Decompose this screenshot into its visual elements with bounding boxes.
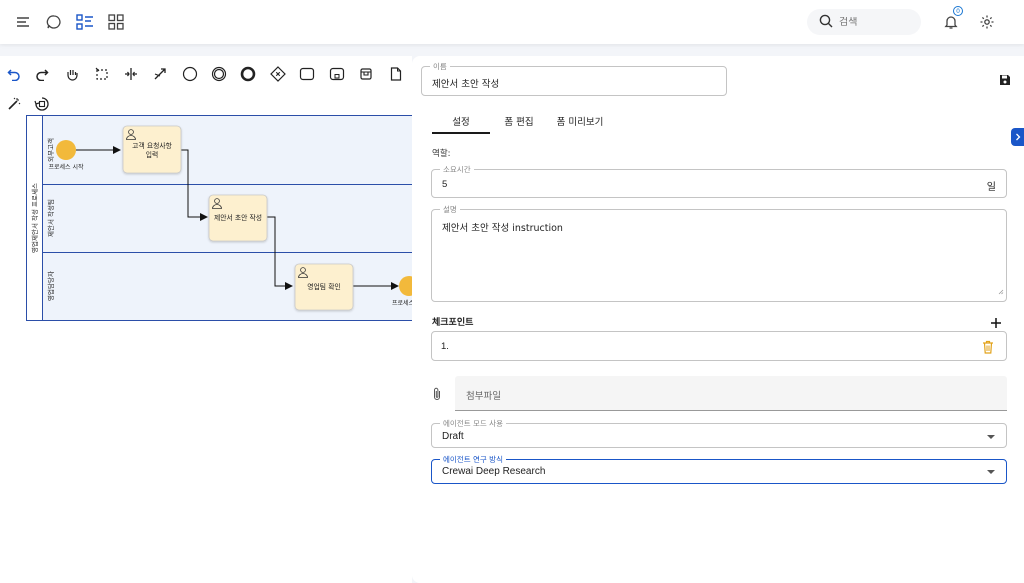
lane-label: 제안서 작성팀 xyxy=(46,199,55,237)
research-method-value: Crewai Deep Research xyxy=(442,466,546,477)
attachment-field[interactable]: 첨부파일 xyxy=(455,376,1007,411)
chevron-down-icon[interactable] xyxy=(987,470,995,474)
redo-icon[interactable] xyxy=(32,64,52,84)
space-tool-icon[interactable] xyxy=(121,64,141,84)
name-field[interactable]: 이름 제안서 초안 작성 xyxy=(421,61,727,96)
tab-form-preview[interactable]: 폼 미리보기 xyxy=(550,114,610,128)
intermediate-event-icon[interactable] xyxy=(209,64,229,84)
research-method-select[interactable]: 에이전트 연구 방식 Crewai Deep Research xyxy=(431,454,1007,484)
start-event-icon[interactable] xyxy=(180,64,200,84)
lane-label: 영업담당자 xyxy=(46,271,55,301)
bpmn-canvas[interactable]: 영업제안서 작성 프로세스 외부고객 제안서 작성팀 영업담당자 프로세스 시작… xyxy=(0,56,412,583)
role-label: 역할: xyxy=(432,149,451,159)
lane-label: 외부고객 xyxy=(46,138,55,162)
hand-tool-icon[interactable] xyxy=(62,64,82,84)
task-label: 제안서 초안 작성 xyxy=(214,213,262,222)
tab-form-edit[interactable]: 폼 편집 xyxy=(492,114,546,128)
task-icon[interactable] xyxy=(297,64,317,84)
chevron-down-icon[interactable] xyxy=(987,435,995,439)
gateway-icon[interactable] xyxy=(268,64,288,84)
research-method-label: 에이전트 연구 방식 xyxy=(440,454,506,465)
name-field-label: 이름 xyxy=(430,61,450,72)
undo-icon[interactable] xyxy=(4,64,24,84)
add-checkpoint-icon[interactable] xyxy=(990,314,1004,328)
panel-toggle-button[interactable] xyxy=(1011,128,1024,146)
end-event-icon[interactable] xyxy=(238,64,258,84)
chevron-right-icon xyxy=(1015,133,1020,141)
connect-tool-icon[interactable] xyxy=(150,64,170,84)
start-event-label: 프로세스 시작 xyxy=(48,163,84,171)
trash-icon[interactable] xyxy=(982,339,994,358)
search-box[interactable] xyxy=(807,9,921,35)
search-icon xyxy=(819,13,833,32)
process-diagram[interactable]: 영업제안서 작성 프로세스 외부고객 제안서 작성팀 영업담당자 프로세스 시작… xyxy=(0,112,412,332)
attachment-placeholder: 첨부파일 xyxy=(466,391,501,402)
duration-unit: 일 xyxy=(986,182,996,193)
duration-field-label: 소요시간 xyxy=(440,164,474,175)
process-list-icon[interactable] xyxy=(74,11,96,33)
agent-mode-label: 에이전트 모드 사용 xyxy=(440,418,506,429)
description-field-value[interactable]: 제안서 초안 작성 instruction xyxy=(442,220,563,234)
save-icon[interactable] xyxy=(999,71,1013,85)
subprocess-icon[interactable] xyxy=(327,64,347,84)
agent-mode-select[interactable]: 에이전트 모드 사용 Draft xyxy=(431,418,1007,448)
tab-indicator xyxy=(432,132,490,134)
menu-icon[interactable] xyxy=(12,11,34,33)
agent-mode-value: Draft xyxy=(442,431,464,442)
task-label: 고객 요청사항 xyxy=(132,141,172,150)
description-field-label: 설명 xyxy=(440,204,460,215)
description-field[interactable]: 설명 제안서 초안 작성 instruction xyxy=(431,204,1007,302)
checkpoints-title: 체크포인트 xyxy=(432,318,474,328)
paperclip-icon[interactable] xyxy=(432,386,444,402)
magic-wand-icon[interactable] xyxy=(4,94,24,114)
task-label: 영업팀 확인 xyxy=(307,282,340,291)
end-event-label: 프로세스 종료 xyxy=(392,299,412,307)
properties-panel: 이름 제안서 초안 작성 설정 폼 편집 폼 미리보기 역할: 소요시간 5 일… xyxy=(412,56,1024,583)
resize-handle-icon[interactable] xyxy=(998,280,1004,299)
duration-field[interactable]: 소요시간 5 일 xyxy=(431,164,1007,198)
pool-title: 영업제안서 작성 프로세스 xyxy=(30,183,39,253)
data-object-icon[interactable] xyxy=(386,64,406,84)
data-store-icon[interactable] xyxy=(356,64,376,84)
tab-settings[interactable]: 설정 xyxy=(432,114,490,128)
name-field-value[interactable]: 제안서 초안 작성 xyxy=(432,76,499,90)
duration-field-value[interactable]: 5 xyxy=(442,179,447,190)
notification-badge: 0 xyxy=(953,6,963,16)
grid-view-icon[interactable] xyxy=(105,11,127,33)
start-event[interactable] xyxy=(56,140,76,160)
checkpoint-item[interactable]: 1. xyxy=(431,331,1007,361)
chat-bubble-icon[interactable] xyxy=(43,11,65,33)
top-bar: 0 xyxy=(0,0,1024,44)
auto-layout-icon[interactable] xyxy=(32,94,52,114)
settings-gear-icon[interactable] xyxy=(976,11,998,33)
search-input[interactable] xyxy=(839,16,909,28)
checkpoint-item-text[interactable]: 1. xyxy=(441,341,449,352)
task-label: 입력 xyxy=(146,151,159,159)
lasso-tool-icon[interactable] xyxy=(92,64,112,84)
